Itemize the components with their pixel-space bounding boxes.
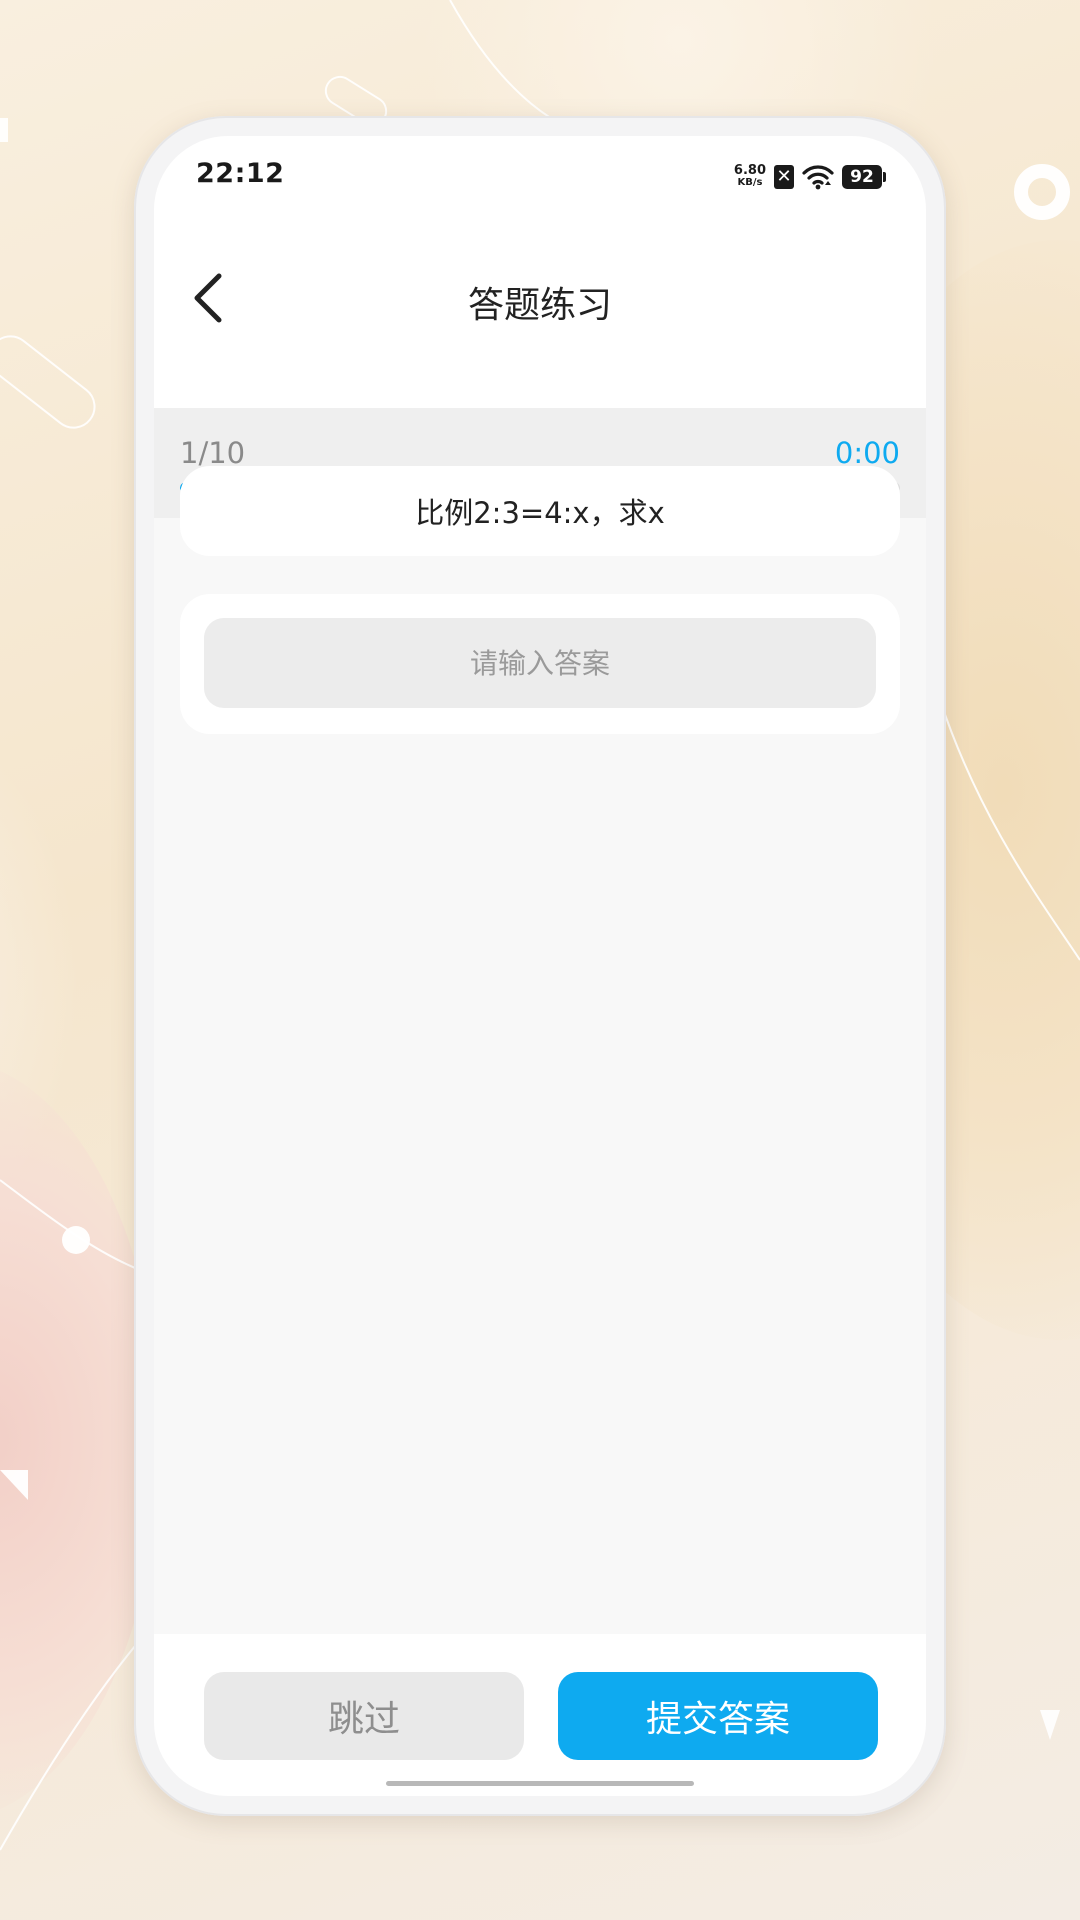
question-progress-count: 1/10: [180, 436, 246, 470]
sim-disabled-icon: ✕: [774, 165, 794, 189]
battery-tip: [883, 172, 886, 182]
app-screen: 22:12 6.80 KB/s ✕ 92 答题练习 1/10 0:00 比例2:…: [154, 136, 926, 1796]
network-speed: 6.80 KB/s: [733, 163, 766, 189]
network-speed-unit: KB/s: [737, 177, 763, 188]
status-bar: 22:12 6.80 KB/s ✕ 92: [154, 136, 926, 232]
battery-level: 92: [842, 165, 882, 189]
battery-icon: 92: [842, 165, 886, 189]
phone-frame: 22:12 6.80 KB/s ✕ 92 答题练习 1/10 0:00 比例2:…: [134, 116, 946, 1816]
network-speed-value: 6.80: [733, 163, 766, 178]
wifi-icon: [802, 165, 834, 190]
navigation-bar: 答题练习 1/10 0:00: [154, 232, 926, 518]
timer: 0:00: [834, 436, 900, 470]
ring-decoration: [1014, 164, 1070, 220]
status-icons: 6.80 KB/s ✕ 92: [734, 160, 886, 194]
question-text: 比例2:3=4:x，求x: [415, 496, 665, 530]
submit-answer-button[interactable]: 提交答案: [558, 1672, 878, 1760]
answer-card: [180, 594, 900, 734]
answer-input[interactable]: [204, 618, 876, 708]
question-card: 比例2:3=4:x，求x: [180, 466, 900, 556]
page-title: 答题练习: [467, 285, 612, 326]
home-indicator[interactable]: [386, 1781, 694, 1786]
status-time: 22:12: [196, 158, 285, 189]
bottom-action-bar: 跳过 提交答案: [154, 1634, 926, 1796]
skip-button[interactable]: 跳过: [204, 1672, 524, 1760]
